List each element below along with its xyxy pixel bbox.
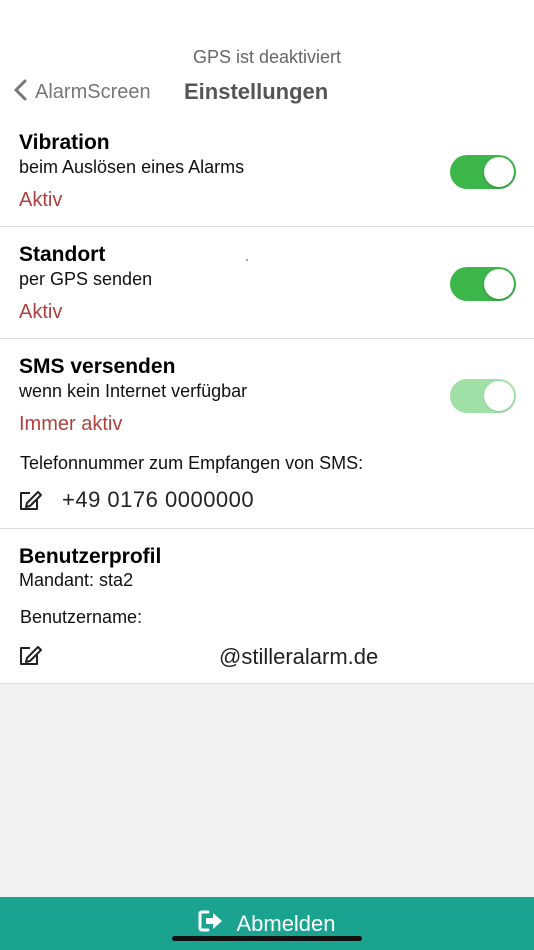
standort-toggle[interactable] bbox=[450, 267, 516, 301]
vibration-title: Vibration bbox=[19, 131, 110, 154]
page-title: Einstellungen bbox=[184, 79, 329, 104]
sms-phone-value[interactable]: +49 0176 0000000 bbox=[62, 487, 254, 513]
logout-content: Abmelden bbox=[0, 910, 534, 937]
toggle-knob bbox=[484, 157, 514, 187]
standort-status: Aktiv bbox=[19, 301, 63, 323]
back-button[interactable]: AlarmScreen bbox=[10, 79, 151, 105]
toggle-knob bbox=[484, 381, 514, 411]
profile-username-value[interactable]: @stilleralarm.de bbox=[219, 644, 378, 670]
gps-status-text: GPS ist deaktiviert bbox=[192, 47, 342, 67]
vibration-section: Vibration beim Auslösen eines Alarms Akt… bbox=[0, 115, 534, 227]
sms-title: SMS versenden bbox=[19, 355, 176, 378]
sms-status: Immer aktiv bbox=[19, 413, 123, 435]
edit-icon[interactable] bbox=[18, 490, 42, 512]
logout-label: Abmelden bbox=[236, 910, 336, 936]
vibration-status: Aktiv bbox=[19, 189, 63, 211]
sms-subtitle: wenn kein Internet verfügbar bbox=[19, 381, 248, 401]
decorative-dot bbox=[246, 259, 248, 261]
standort-subtitle: per GPS senden bbox=[19, 269, 153, 289]
sms-toggle[interactable] bbox=[450, 379, 516, 413]
sign-out-icon bbox=[198, 910, 236, 937]
profile-title: Benutzerprofil bbox=[19, 545, 162, 568]
home-indicator bbox=[172, 936, 362, 941]
standort-section: Standort per GPS senden Aktiv bbox=[0, 227, 534, 339]
toggle-knob bbox=[484, 269, 514, 299]
sms-phone-label: Telefonnummer zum Empfangen von SMS: bbox=[20, 453, 364, 473]
standort-title: Standort bbox=[19, 243, 106, 266]
header-area: GPS ist deaktiviert AlarmScreen Einstell… bbox=[0, 0, 534, 115]
logout-button[interactable]: Abmelden bbox=[0, 897, 534, 950]
back-button-label: AlarmScreen bbox=[35, 80, 151, 103]
profile-username-label: Benutzername: bbox=[20, 607, 143, 627]
chevron-left-icon bbox=[10, 78, 30, 107]
vibration-subtitle: beim Auslösen eines Alarms bbox=[19, 157, 245, 177]
sms-section: SMS versenden wenn kein Internet verfügb… bbox=[0, 339, 534, 529]
profile-section: Benutzerprofil Mandant: sta2 Benutzernam… bbox=[0, 529, 534, 684]
edit-icon[interactable] bbox=[18, 645, 42, 667]
vibration-toggle[interactable] bbox=[450, 155, 516, 189]
profile-mandant: Mandant: sta2 bbox=[19, 570, 134, 590]
